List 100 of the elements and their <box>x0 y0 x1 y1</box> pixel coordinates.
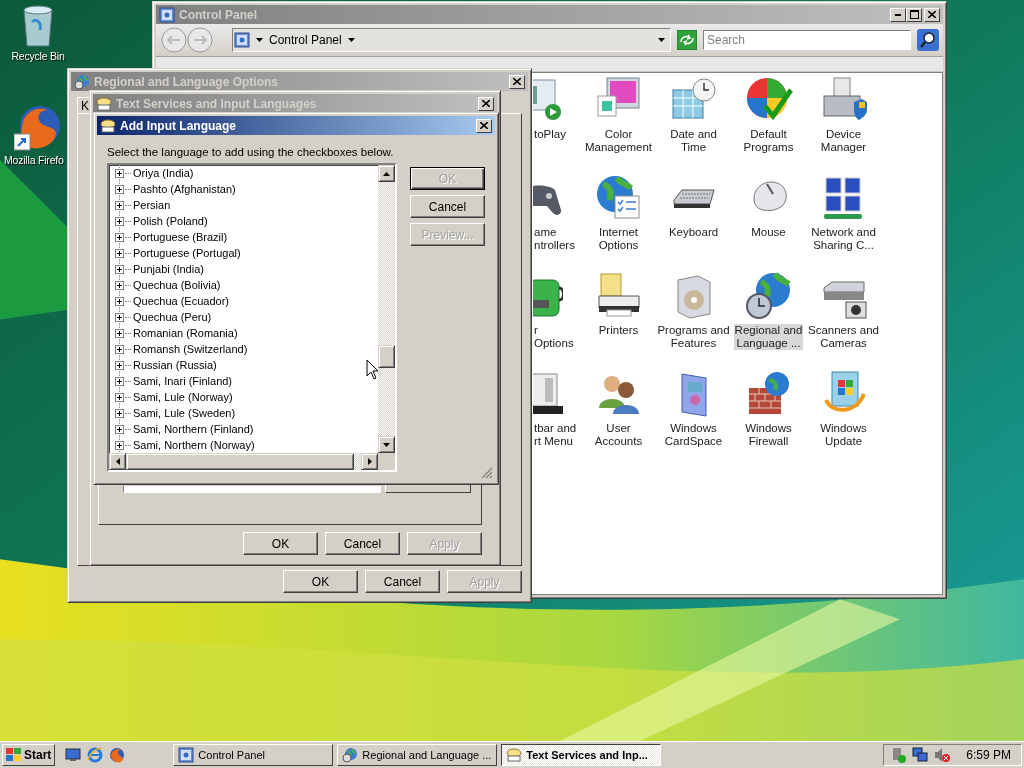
language-item[interactable]: Sami, Lule (Sweden) <box>133 407 236 419</box>
dialog-button[interactable]: OK <box>283 570 358 593</box>
expand-icon[interactable] <box>115 184 124 194</box>
scroll-up-button[interactable] <box>378 165 395 182</box>
expand-icon[interactable] <box>115 216 124 226</box>
language-list[interactable] <box>107 163 397 472</box>
expand-icon[interactable] <box>115 200 124 210</box>
taskbar-button[interactable]: Regional and Language ... <box>337 744 498 766</box>
horizontal-scrollbar[interactable] <box>109 453 378 470</box>
expand-icon[interactable] <box>115 408 124 418</box>
item-label[interactable]: Windows Firewall <box>744 422 793 448</box>
expand-icon[interactable] <box>115 328 124 338</box>
item-label[interactable]: Printers <box>597 324 640 337</box>
language-item[interactable]: Portuguese (Brazil) <box>133 231 228 243</box>
language-item[interactable]: Russian (Russia) <box>133 359 217 371</box>
scroll-right-button[interactable] <box>361 453 378 470</box>
close-button[interactable] <box>924 7 940 22</box>
language-item[interactable]: Sami, Inari (Finland) <box>133 375 233 387</box>
language-item[interactable]: Polish (Poland) <box>133 215 208 227</box>
tab[interactable]: K <box>77 97 89 113</box>
language-item[interactable]: Quechua (Peru) <box>133 311 212 323</box>
item-label[interactable]: Scanners and Cameras <box>807 324 880 350</box>
item-label[interactable]: Date and Time <box>656 128 731 154</box>
expand-icon[interactable] <box>115 168 124 178</box>
search-field[interactable]: Search <box>703 30 911 50</box>
scroll-down-button[interactable] <box>378 436 395 453</box>
close-button[interactable] <box>509 74 525 89</box>
item-label[interactable]: Windows CardSpace <box>663 422 724 448</box>
expand-icon[interactable] <box>115 264 124 274</box>
vertical-scrollbar[interactable] <box>378 165 395 453</box>
dialog-button[interactable]: Cancel <box>410 195 485 218</box>
language-item[interactable]: Sami, Northern (Norway) <box>133 439 255 451</box>
scroll-left-button[interactable] <box>109 453 126 470</box>
item-label[interactable]: Device Manager <box>819 128 868 154</box>
language-item[interactable]: Persian <box>133 199 171 211</box>
expand-icon[interactable] <box>115 344 124 354</box>
dropdown-icon[interactable] <box>658 38 665 42</box>
control-panel-icon <box>159 6 175 23</box>
desktop-icon-label[interactable]: Mozilla Firefo <box>4 154 64 166</box>
expand-icon[interactable] <box>115 376 124 386</box>
item-label[interactable]: Network and Sharing C... <box>810 226 877 252</box>
resize-grip-icon[interactable] <box>481 467 493 479</box>
start-button[interactable]: Start <box>2 744 56 766</box>
clock[interactable]: 6:59 PM <box>966 748 1011 762</box>
expand-icon[interactable] <box>115 296 124 306</box>
dialog-button[interactable]: Cancel <box>365 570 440 593</box>
expand-icon[interactable] <box>115 232 124 242</box>
window-title: Control Panel <box>179 7 258 22</box>
item-label[interactable]: Windows Update <box>819 422 868 448</box>
close-button[interactable] <box>476 118 492 133</box>
language-item[interactable]: Quechua (Bolivia) <box>133 279 221 291</box>
item-label[interactable]: r Options <box>533 324 581 350</box>
search-icon[interactable] <box>917 29 939 51</box>
item-label[interactable]: Color Management <box>583 128 654 154</box>
item-label[interactable]: Default Programs <box>742 128 795 154</box>
address-bar[interactable]: Control Panel <box>232 28 671 52</box>
arrow-right-icon <box>367 458 372 465</box>
expand-icon[interactable] <box>115 360 124 370</box>
network-icon[interactable] <box>912 747 929 763</box>
language-item[interactable]: Punjabi (India) <box>133 263 204 275</box>
scroll-thumb[interactable] <box>378 345 395 368</box>
desktop-icon-label[interactable]: Recycle Bin <box>11 50 65 62</box>
item-label[interactable]: Regional and Language ... <box>733 324 804 350</box>
address-text: Control Panel <box>269 33 342 47</box>
expand-icon[interactable] <box>115 280 124 290</box>
item-label[interactable]: tbar and rt Menu <box>533 422 578 448</box>
language-item[interactable]: Sami, Lule (Norway) <box>133 391 233 403</box>
language-item[interactable]: Romanian (Romania) <box>133 327 238 339</box>
dialog-button[interactable]: Cancel <box>325 532 400 555</box>
expand-icon[interactable] <box>115 440 124 450</box>
taskbar-button[interactable]: Text Services and Inp... <box>501 744 662 766</box>
taskbar-button[interactable]: Control Panel <box>173 744 334 766</box>
fox-globe-icon[interactable] <box>109 747 126 763</box>
language-item[interactable]: Oriya (India) <box>133 167 194 179</box>
item-label[interactable]: Internet Options <box>597 226 640 252</box>
item-label[interactable]: Mouse <box>750 226 787 239</box>
expand-icon[interactable] <box>115 424 124 434</box>
scroll-thumb[interactable] <box>126 453 354 470</box>
item-label[interactable]: Keyboard <box>667 226 720 239</box>
dialog-button[interactable]: OK <box>243 532 318 555</box>
speaker-muted-icon[interactable] <box>934 747 951 763</box>
browser-e-icon[interactable] <box>87 747 104 763</box>
expand-icon[interactable] <box>115 312 124 322</box>
desktop-icon[interactable] <box>65 747 82 763</box>
item-label[interactable]: toPlay <box>533 128 567 141</box>
item-label[interactable]: ame ntrollers <box>533 226 576 252</box>
expand-icon[interactable] <box>115 248 124 258</box>
language-item[interactable]: Romansh (Switzerland) <box>133 343 248 355</box>
language-item[interactable]: Pashto (Afghanistan) <box>133 183 236 195</box>
close-button[interactable] <box>478 96 494 111</box>
minimize-button[interactable] <box>890 7 906 22</box>
expand-icon[interactable] <box>115 392 124 402</box>
maximize-button[interactable] <box>906 7 922 22</box>
item-label[interactable]: User Accounts <box>581 422 656 448</box>
language-item[interactable]: Portuguese (Portugal) <box>133 247 241 259</box>
language-item[interactable]: Sami, Northern (Finland) <box>133 423 254 435</box>
arrow-down-icon <box>383 442 390 447</box>
item-label[interactable]: Programs and Features <box>656 324 731 350</box>
refresh-icon[interactable] <box>677 30 697 50</box>
language-item[interactable]: Quechua (Ecuador) <box>133 295 229 307</box>
